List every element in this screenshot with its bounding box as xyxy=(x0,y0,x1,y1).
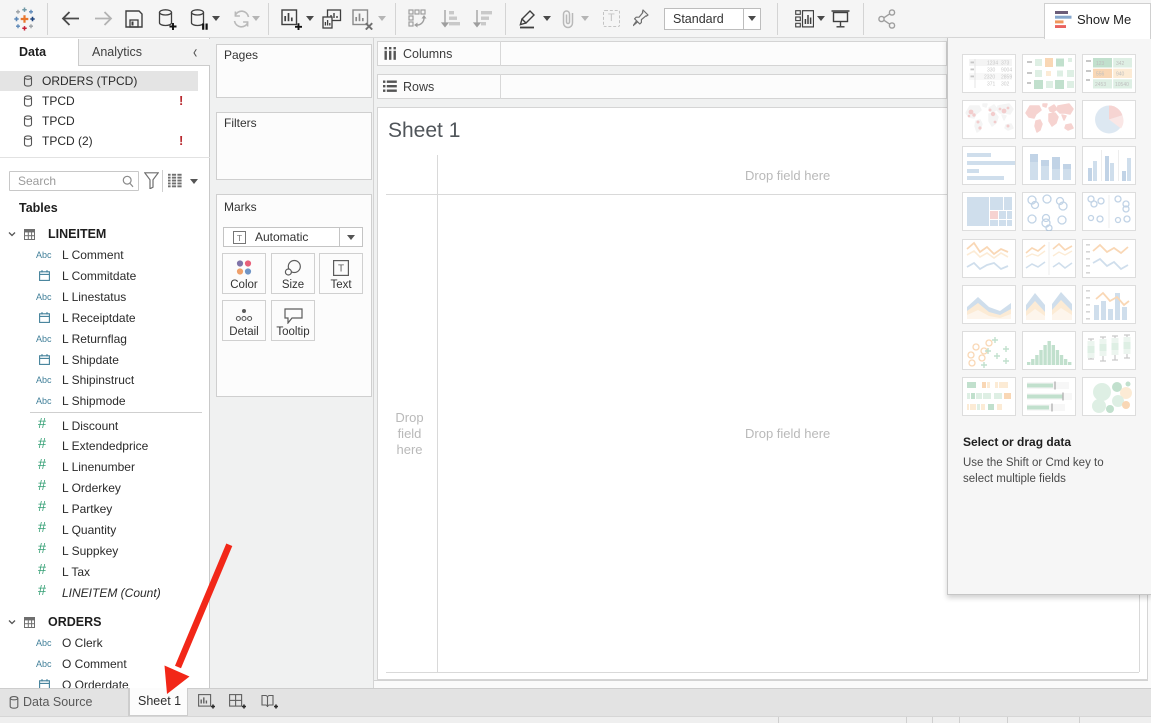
svg-text:342: 342 xyxy=(1116,61,1125,67)
svg-text:9004: 9004 xyxy=(1001,68,1012,74)
svg-text:10540: 10540 xyxy=(1115,82,1129,88)
svg-text:1234: 1234 xyxy=(987,61,998,67)
svg-text:330: 330 xyxy=(987,68,996,74)
svg-text:940: 940 xyxy=(1116,72,1125,78)
svg-text:556: 556 xyxy=(1096,72,1105,78)
svg-text:373: 373 xyxy=(1001,61,1010,67)
svg-text:371: 371 xyxy=(987,82,996,88)
svg-text:2453: 2453 xyxy=(1095,82,1106,88)
svg-text:2320: 2320 xyxy=(984,75,995,81)
svg-text:2859: 2859 xyxy=(1001,75,1012,81)
svg-text:T: T xyxy=(338,264,344,275)
svg-text:123: 123 xyxy=(1096,61,1105,67)
svg-text:302: 302 xyxy=(1001,82,1010,88)
svg-text:T: T xyxy=(237,233,242,243)
